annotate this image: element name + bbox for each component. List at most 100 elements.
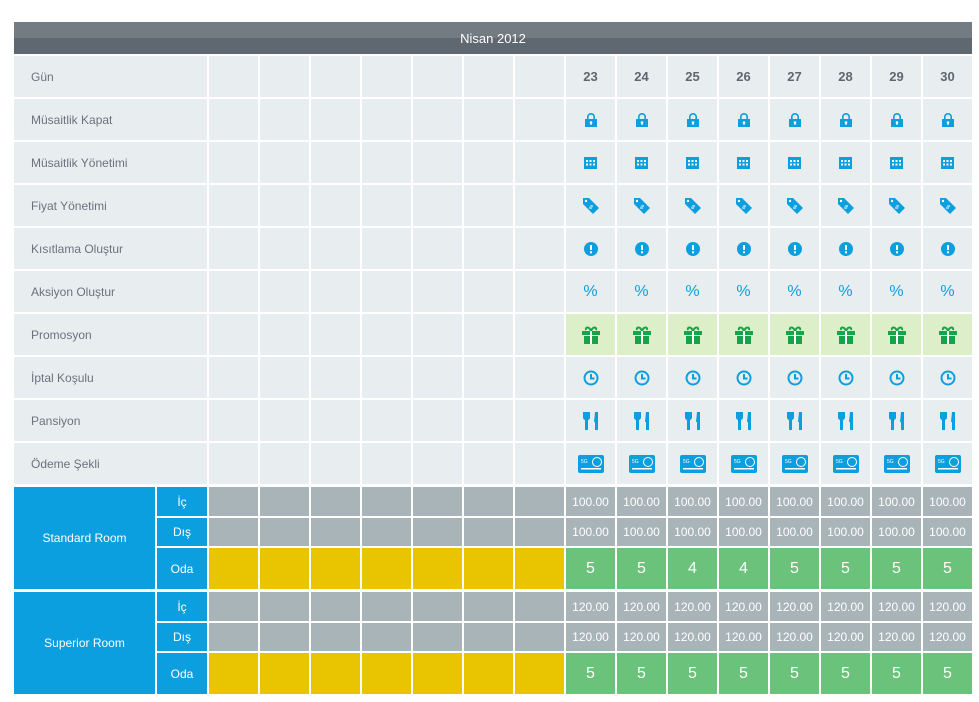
fork-knife-icon[interactable] (923, 400, 972, 441)
price-cell[interactable]: 120.00 (770, 623, 819, 651)
calendar-icon[interactable] (566, 142, 615, 183)
credit-card-icon[interactable]: 5G (770, 443, 819, 484)
room-count-cell[interactable]: 5 (566, 653, 615, 694)
gift-icon[interactable] (821, 314, 870, 355)
room-count-cell[interactable]: 5 (668, 653, 717, 694)
gift-icon[interactable] (566, 314, 615, 355)
clock-icon[interactable] (566, 357, 615, 398)
lock-icon[interactable] (719, 99, 768, 140)
calendar-icon[interactable] (923, 142, 972, 183)
credit-card-icon[interactable]: 5G (617, 443, 666, 484)
alert-icon[interactable] (923, 228, 972, 269)
action-button[interactable]: % (923, 271, 972, 312)
clock-icon[interactable] (770, 357, 819, 398)
room-count-cell[interactable]: 5 (719, 653, 768, 694)
room-count-cell[interactable]: 5 (821, 548, 870, 589)
room-count-cell[interactable]: 5 (821, 653, 870, 694)
clock-icon[interactable] (617, 357, 666, 398)
price-cell[interactable]: 100.00 (770, 487, 819, 516)
lock-icon[interactable] (617, 99, 666, 140)
clock-icon[interactable] (872, 357, 921, 398)
action-button[interactable]: % (668, 271, 717, 312)
credit-card-icon[interactable]: 5G (821, 443, 870, 484)
room-count-cell[interactable]: 5 (872, 653, 921, 694)
action-button[interactable]: % (872, 271, 921, 312)
calendar-icon[interactable] (668, 142, 717, 183)
calendar-icon[interactable] (617, 142, 666, 183)
gift-icon[interactable] (719, 314, 768, 355)
price-cell[interactable]: 100.00 (617, 518, 666, 546)
alert-icon[interactable] (566, 228, 615, 269)
price-cell[interactable]: 100.00 (617, 487, 666, 516)
credit-card-icon[interactable]: 5G (872, 443, 921, 484)
price-tag-icon[interactable]: $ (617, 185, 666, 226)
credit-card-icon[interactable]: 5G (719, 443, 768, 484)
price-cell[interactable]: 100.00 (668, 518, 717, 546)
lock-icon[interactable] (821, 99, 870, 140)
calendar-icon[interactable] (872, 142, 921, 183)
price-cell[interactable]: 100.00 (821, 518, 870, 546)
price-cell[interactable]: 100.00 (821, 487, 870, 516)
action-button[interactable]: % (719, 271, 768, 312)
price-cell[interactable]: 120.00 (821, 592, 870, 621)
gift-icon[interactable] (617, 314, 666, 355)
price-cell[interactable]: 100.00 (872, 518, 921, 546)
price-tag-icon[interactable]: $ (872, 185, 921, 226)
price-cell[interactable]: 120.00 (719, 623, 768, 651)
clock-icon[interactable] (821, 357, 870, 398)
price-cell[interactable]: 120.00 (872, 592, 921, 621)
price-cell[interactable]: 120.00 (617, 592, 666, 621)
price-cell[interactable]: 120.00 (719, 592, 768, 621)
room-count-cell[interactable]: 5 (770, 548, 819, 589)
fork-knife-icon[interactable] (719, 400, 768, 441)
alert-icon[interactable] (719, 228, 768, 269)
price-tag-icon[interactable]: $ (566, 185, 615, 226)
price-tag-icon[interactable]: $ (668, 185, 717, 226)
alert-icon[interactable] (770, 228, 819, 269)
gift-icon[interactable] (872, 314, 921, 355)
price-tag-icon[interactable]: $ (719, 185, 768, 226)
price-cell[interactable]: 100.00 (923, 487, 972, 516)
lock-icon[interactable] (668, 99, 717, 140)
price-cell[interactable]: 100.00 (566, 487, 615, 516)
fork-knife-icon[interactable] (668, 400, 717, 441)
room-count-cell[interactable]: 5 (923, 653, 972, 694)
price-cell[interactable]: 100.00 (923, 518, 972, 546)
action-button[interactable]: % (770, 271, 819, 312)
price-cell[interactable]: 120.00 (617, 623, 666, 651)
price-cell[interactable]: 120.00 (770, 592, 819, 621)
credit-card-icon[interactable]: 5G (923, 443, 972, 484)
price-cell[interactable]: 120.00 (566, 623, 615, 651)
price-cell[interactable]: 100.00 (566, 518, 615, 546)
room-count-cell[interactable]: 5 (617, 653, 666, 694)
room-count-cell[interactable]: 5 (566, 548, 615, 589)
fork-knife-icon[interactable] (872, 400, 921, 441)
lock-icon[interactable] (770, 99, 819, 140)
room-count-cell[interactable]: 5 (770, 653, 819, 694)
clock-icon[interactable] (668, 357, 717, 398)
price-tag-icon[interactable]: $ (923, 185, 972, 226)
action-button[interactable]: % (566, 271, 615, 312)
alert-icon[interactable] (617, 228, 666, 269)
credit-card-icon[interactable]: 5G (566, 443, 615, 484)
gift-icon[interactable] (923, 314, 972, 355)
price-cell[interactable]: 100.00 (668, 487, 717, 516)
calendar-icon[interactable] (719, 142, 768, 183)
lock-icon[interactable] (923, 99, 972, 140)
price-cell[interactable]: 120.00 (668, 592, 717, 621)
room-count-cell[interactable]: 4 (668, 548, 717, 589)
clock-icon[interactable] (719, 357, 768, 398)
price-cell[interactable]: 100.00 (719, 487, 768, 516)
price-cell[interactable]: 100.00 (872, 487, 921, 516)
alert-icon[interactable] (872, 228, 921, 269)
price-cell[interactable]: 120.00 (923, 592, 972, 621)
price-tag-icon[interactable]: $ (770, 185, 819, 226)
price-cell[interactable]: 100.00 (770, 518, 819, 546)
room-count-cell[interactable]: 5 (617, 548, 666, 589)
calendar-icon[interactable] (770, 142, 819, 183)
room-count-cell[interactable]: 5 (872, 548, 921, 589)
alert-icon[interactable] (821, 228, 870, 269)
alert-icon[interactable] (668, 228, 717, 269)
price-cell[interactable]: 120.00 (566, 592, 615, 621)
room-count-cell[interactable]: 5 (923, 548, 972, 589)
